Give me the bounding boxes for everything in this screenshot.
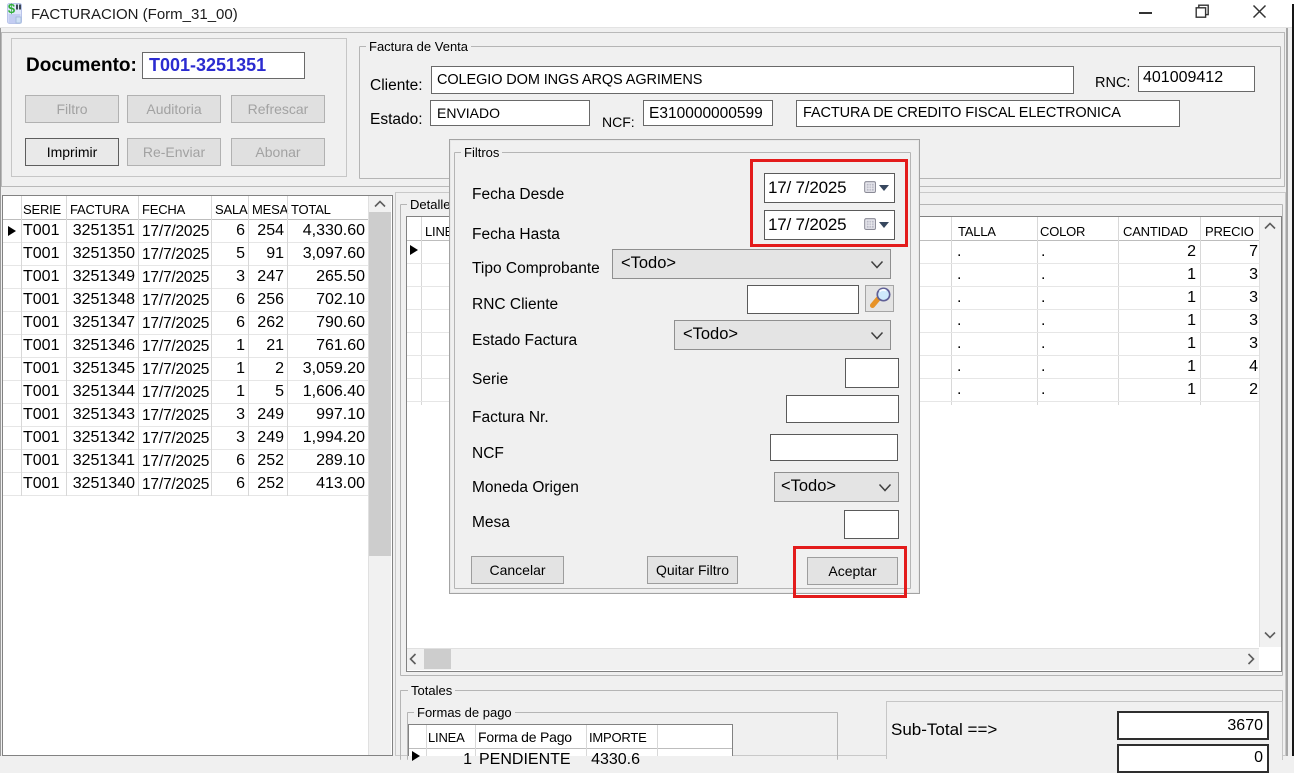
svg-text:$: $ [8, 2, 16, 16]
